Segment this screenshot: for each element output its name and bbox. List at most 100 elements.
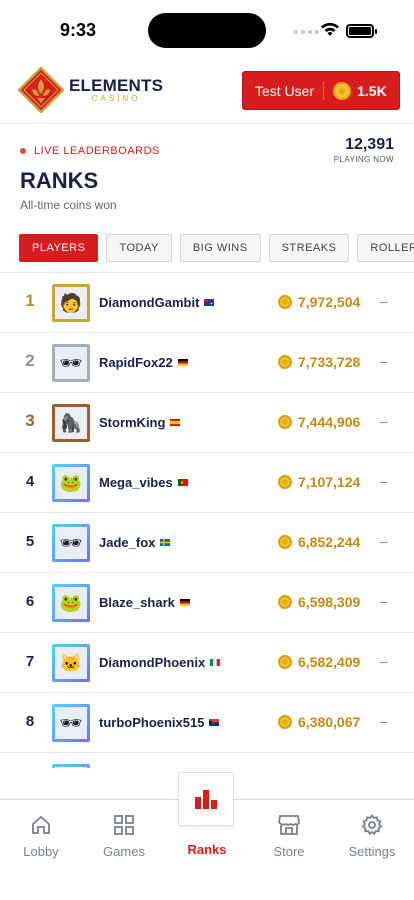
- nav-games[interactable]: Games: [89, 814, 159, 859]
- leaderboard-list[interactable]: 1 🧑 DiamondGambit 7,972,504 – 2 🕶 RapidF…: [0, 273, 414, 768]
- player-name: StormKing: [99, 415, 166, 430]
- ranks-center-button[interactable]: [178, 772, 234, 826]
- avatar: 🐸: [52, 584, 90, 622]
- playing-now-label: PLAYING NOW: [333, 155, 394, 164]
- live-dot-icon: [20, 148, 26, 154]
- rank-change: –: [380, 594, 388, 609]
- coin-icon: [278, 655, 292, 669]
- flag-au-icon: [204, 299, 215, 306]
- score-value: 6,582,409: [298, 654, 361, 670]
- home-icon: [32, 815, 50, 834]
- player-name-cell: DiamondGambit: [99, 295, 215, 310]
- battery-icon: [346, 24, 377, 38]
- tab-players[interactable]: PLAYERS: [19, 234, 99, 262]
- flag-es-icon: [170, 419, 181, 426]
- rank-number: 7: [25, 653, 35, 670]
- flag-de-icon: [179, 599, 190, 606]
- store-icon: [278, 815, 300, 835]
- leaderboard-row[interactable]: 2 🕶 RapidFox22 7,733,728 –: [0, 333, 414, 393]
- coin-icon: [278, 475, 292, 489]
- score: 6,598,309: [278, 594, 360, 610]
- player-name-cell: RapidFox22: [99, 355, 188, 370]
- rank-number: 8: [25, 713, 35, 730]
- rank-change: –: [380, 414, 388, 429]
- wifi-icon: [321, 22, 339, 36]
- player-name: turboPhoenix515: [99, 715, 205, 730]
- player-name: Mega_vibes: [99, 475, 173, 490]
- coin-icon: [278, 415, 292, 429]
- score: 6,852,244: [278, 534, 360, 550]
- score-value: 6,380,067: [298, 714, 361, 730]
- leaderboard-row[interactable]: 1 🧑 DiamondGambit 7,972,504 –: [0, 273, 414, 333]
- elements-diamond-icon: [18, 67, 64, 113]
- nav-store[interactable]: Store: [254, 814, 324, 859]
- grid-icon: [114, 815, 134, 835]
- leaderboard-row[interactable]: 7 🐱 DiamondPhoenix 6,582,409 –: [0, 633, 414, 693]
- leaderboard-row[interactable]: 8 🕶 turboPhoenix515 6,380,067 –: [0, 693, 414, 753]
- player-name: DiamondGambit: [99, 295, 200, 310]
- nav-lobby[interactable]: Lobby: [6, 814, 76, 859]
- rank-change: –: [380, 474, 388, 489]
- tab-today[interactable]: TODAY: [106, 234, 172, 262]
- dynamic-island: [148, 13, 266, 48]
- avatar: [52, 764, 90, 768]
- tab-streaks[interactable]: STREAKS: [268, 234, 350, 262]
- tab-rollers[interactable]: ROLLERS: [357, 234, 414, 262]
- coin-icon: [278, 355, 292, 369]
- app-header: ELEMENTS CASINO Test User 1.5K: [0, 60, 414, 124]
- player-name-cell: Mega_vibes: [99, 475, 188, 490]
- avatar: 🐸: [52, 464, 90, 502]
- brand-logo[interactable]: ELEMENTS CASINO: [18, 67, 163, 113]
- score-value: 6,852,244: [298, 534, 361, 550]
- user-coin-balance: 1.5K: [357, 82, 387, 99]
- leaderboard-tabs: PLAYERS TODAY BIG WINS STREAKS ROLLERS: [19, 234, 414, 262]
- rank-change: –: [380, 714, 388, 729]
- avatar-image: 🧑: [55, 287, 87, 319]
- rank-number: 6: [25, 593, 35, 610]
- leaderboard-row-partial[interactable]: [0, 753, 414, 768]
- coin-icon: [278, 595, 292, 609]
- user-name: Test User: [255, 82, 315, 99]
- nav-ranks[interactable]: Ranks: [172, 842, 242, 857]
- flag-pt-icon: [177, 479, 188, 486]
- avatar: 🕶: [52, 524, 90, 562]
- rank-number: 2: [25, 351, 35, 370]
- leaderboard-row[interactable]: 6 🐸 Blaze_shark 6,598,309 –: [0, 573, 414, 633]
- coin-icon: [278, 295, 292, 309]
- rank-number: 1: [25, 291, 35, 310]
- score-value: 7,107,124: [298, 474, 361, 490]
- avatar-image: 🐸: [55, 587, 87, 619]
- flag-za-icon: [209, 719, 220, 726]
- avatar-image: 🐸: [55, 467, 87, 499]
- nav-settings[interactable]: Settings: [337, 814, 407, 859]
- player-name: DiamondPhoenix: [99, 655, 206, 670]
- coin-icon: [278, 535, 292, 549]
- rank-change: –: [380, 294, 388, 309]
- bar-chart-icon: [195, 790, 217, 809]
- leaderboard-row[interactable]: 4 🐸 Mega_vibes 7,107,124 –: [0, 453, 414, 513]
- tab-big-wins[interactable]: BIG WINS: [179, 234, 261, 262]
- score: 7,444,906: [278, 414, 360, 430]
- nav-label: Settings: [348, 844, 396, 859]
- page-title: RANKS: [20, 168, 99, 193]
- score-value: 7,444,906: [298, 414, 361, 430]
- nav-label: Ranks: [187, 842, 227, 857]
- leaderboard-row[interactable]: 3 🦍 StormKing 7,444,906 –: [0, 393, 414, 453]
- score-value: 6,598,309: [298, 594, 361, 610]
- coin-icon: [278, 715, 292, 729]
- rank-number: 5: [25, 533, 35, 550]
- status-bar: 9:33: [0, 0, 414, 60]
- player-name-cell: Blaze_shark: [99, 595, 190, 610]
- player-name: RapidFox22: [99, 355, 173, 370]
- player-name: Jade_fox: [99, 535, 156, 550]
- avatar: 🐱: [52, 644, 90, 682]
- nav-label: Lobby: [23, 844, 59, 859]
- avatar: 🧑: [52, 284, 90, 322]
- leaderboard-row[interactable]: 5 🕶 Jade_fox 6,852,244 –: [0, 513, 414, 573]
- avatar-image: 🕶: [55, 527, 87, 559]
- avatar: 🕶: [52, 344, 90, 382]
- rank-change: –: [380, 534, 388, 549]
- score-value: 7,972,504: [298, 294, 361, 310]
- user-account-button[interactable]: Test User 1.5K: [242, 71, 400, 110]
- avatar: 🦍: [52, 404, 90, 442]
